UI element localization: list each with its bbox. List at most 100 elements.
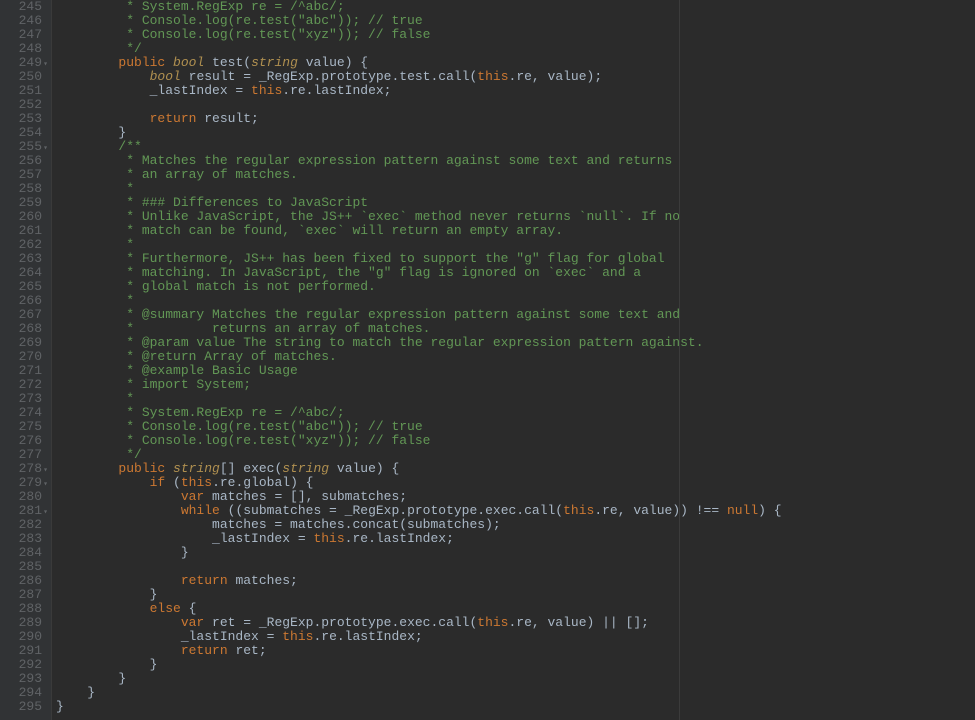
token-type: bool: [150, 69, 181, 84]
token-comment: * ### Differences to JavaScript: [56, 195, 368, 210]
code-line[interactable]: public bool test(string value) {: [56, 56, 975, 70]
code-line[interactable]: *: [56, 392, 975, 406]
code-line[interactable]: public string[] exec(string value) {: [56, 462, 975, 476]
token-comment: * matching. In JavaScript, the "g" flag …: [56, 265, 641, 280]
line-number: 271: [0, 364, 46, 378]
line-number: 251: [0, 84, 46, 98]
code-line[interactable]: * @example Basic Usage: [56, 364, 975, 378]
token-comment: * Furthermore, JS++ has been fixed to su…: [56, 251, 665, 266]
token-string-type: string: [173, 461, 220, 476]
token-ident: {: [181, 601, 197, 616]
code-line[interactable]: else {: [56, 602, 975, 616]
code-line[interactable]: }: [56, 126, 975, 140]
token-ident: matches;: [228, 573, 298, 588]
code-line[interactable]: * Matches the regular expression pattern…: [56, 154, 975, 168]
token-ident: }: [56, 657, 157, 672]
code-line[interactable]: * Console.log(re.test("abc")); // true: [56, 420, 975, 434]
line-number: 255▾: [0, 140, 46, 154]
code-line[interactable]: * Console.log(re.test("xyz")); // false: [56, 434, 975, 448]
code-line[interactable]: * Unlike JavaScript, the JS++ `exec` met…: [56, 210, 975, 224]
code-line[interactable]: * match can be found, `exec` will return…: [56, 224, 975, 238]
token-ident: [56, 643, 181, 658]
code-line[interactable]: * ### Differences to JavaScript: [56, 196, 975, 210]
code-line[interactable]: * Console.log(re.test("xyz")); // false: [56, 28, 975, 42]
code-line[interactable]: */: [56, 42, 975, 56]
line-number: 247: [0, 28, 46, 42]
token-string-type: string: [282, 461, 329, 476]
token-keyword: return: [150, 111, 197, 126]
code-editor-area[interactable]: * System.RegExp re = /^abc/; * Console.l…: [52, 0, 975, 720]
token-ident: .re, value);: [509, 69, 603, 84]
line-number: 279▾: [0, 476, 46, 490]
token-ident: }: [56, 671, 126, 686]
code-line[interactable]: }: [56, 658, 975, 672]
code-line[interactable]: * global match is not performed.: [56, 280, 975, 294]
code-line[interactable]: */: [56, 448, 975, 462]
token-this: this: [282, 629, 313, 644]
code-line[interactable]: }: [56, 588, 975, 602]
code-line[interactable]: var matches = [], submatches;: [56, 490, 975, 504]
code-line[interactable]: _lastIndex = this.re.lastIndex;: [56, 84, 975, 98]
code-line[interactable]: }: [56, 672, 975, 686]
line-number: 265: [0, 280, 46, 294]
code-line[interactable]: * matching. In JavaScript, the "g" flag …: [56, 266, 975, 280]
line-number: 249▾: [0, 56, 46, 70]
line-number: 287: [0, 588, 46, 602]
token-ident: [56, 55, 118, 70]
code-line[interactable]: * System.RegExp re = /^abc/;: [56, 406, 975, 420]
code-line[interactable]: return ret;: [56, 644, 975, 658]
code-line[interactable]: return matches;: [56, 574, 975, 588]
token-comment: *: [56, 391, 134, 406]
code-line[interactable]: * an array of matches.: [56, 168, 975, 182]
line-number: 292: [0, 658, 46, 672]
code-line[interactable]: return result;: [56, 112, 975, 126]
token-comment: */: [56, 447, 142, 462]
code-line[interactable]: /**: [56, 140, 975, 154]
token-comment: * Console.log(re.test("abc")); // true: [56, 13, 423, 28]
line-number: 273: [0, 392, 46, 406]
token-ident: [56, 461, 118, 476]
token-comment: * Unlike JavaScript, the JS++ `exec` met…: [56, 209, 680, 224]
line-number: 286: [0, 574, 46, 588]
code-line[interactable]: * import System;: [56, 378, 975, 392]
code-line[interactable]: *: [56, 182, 975, 196]
code-line[interactable]: * returns an array of matches.: [56, 322, 975, 336]
token-keyword: public: [118, 461, 165, 476]
code-line[interactable]: [56, 98, 975, 112]
line-number: 266: [0, 294, 46, 308]
code-line[interactable]: matches = matches.concat(submatches);: [56, 518, 975, 532]
code-line[interactable]: while ((submatches = _RegExp.prototype.e…: [56, 504, 975, 518]
token-keyword: var: [181, 489, 204, 504]
token-ident: [56, 601, 150, 616]
code-line[interactable]: * @summary Matches the regular expressio…: [56, 308, 975, 322]
line-number: 293: [0, 672, 46, 686]
code-line[interactable]: }: [56, 686, 975, 700]
code-line[interactable]: _lastIndex = this.re.lastIndex;: [56, 630, 975, 644]
line-number: 269: [0, 336, 46, 350]
code-line[interactable]: * System.RegExp re = /^abc/;: [56, 0, 975, 14]
code-line[interactable]: }: [56, 546, 975, 560]
token-ident: value) {: [298, 55, 368, 70]
line-number: 289: [0, 616, 46, 630]
code-line[interactable]: var ret = _RegExp.prototype.exec.call(th…: [56, 616, 975, 630]
token-comment: /**: [56, 139, 142, 154]
token-ident: matches = matches.concat(submatches);: [56, 517, 501, 532]
code-line[interactable]: * @return Array of matches.: [56, 350, 975, 364]
code-line[interactable]: * Console.log(re.test("abc")); // true: [56, 14, 975, 28]
code-line[interactable]: * @param value The string to match the r…: [56, 336, 975, 350]
token-ident: (: [165, 475, 181, 490]
token-comment: * an array of matches.: [56, 167, 298, 182]
code-line[interactable]: * Furthermore, JS++ has been fixed to su…: [56, 252, 975, 266]
code-line[interactable]: }: [56, 700, 975, 714]
token-keyword: return: [181, 573, 228, 588]
code-line[interactable]: bool result = _RegExp.prototype.test.cal…: [56, 70, 975, 84]
code-line[interactable]: *: [56, 238, 975, 252]
token-ident: _lastIndex =: [56, 83, 251, 98]
code-line[interactable]: if (this.re.global) {: [56, 476, 975, 490]
line-number: 282: [0, 518, 46, 532]
code-line[interactable]: *: [56, 294, 975, 308]
line-number: 258: [0, 182, 46, 196]
code-line[interactable]: _lastIndex = this.re.lastIndex;: [56, 532, 975, 546]
code-line[interactable]: [56, 560, 975, 574]
token-ident: ret;: [228, 643, 267, 658]
